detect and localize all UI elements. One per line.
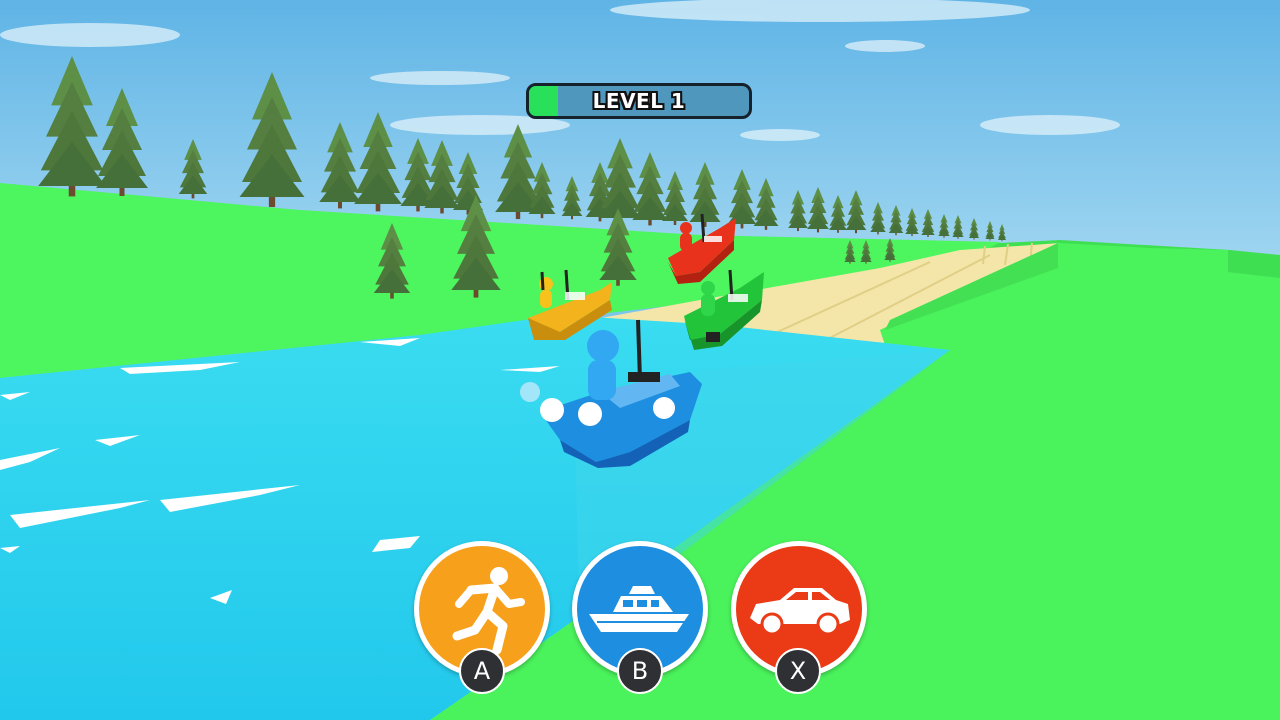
key-a-badge: A [459, 648, 505, 694]
key-x-badge: X [775, 648, 821, 694]
level-progress-bar: LEVEL 1 [526, 83, 752, 119]
key-b-badge: B [617, 648, 663, 694]
level-label: LEVEL 1 [592, 89, 686, 113]
